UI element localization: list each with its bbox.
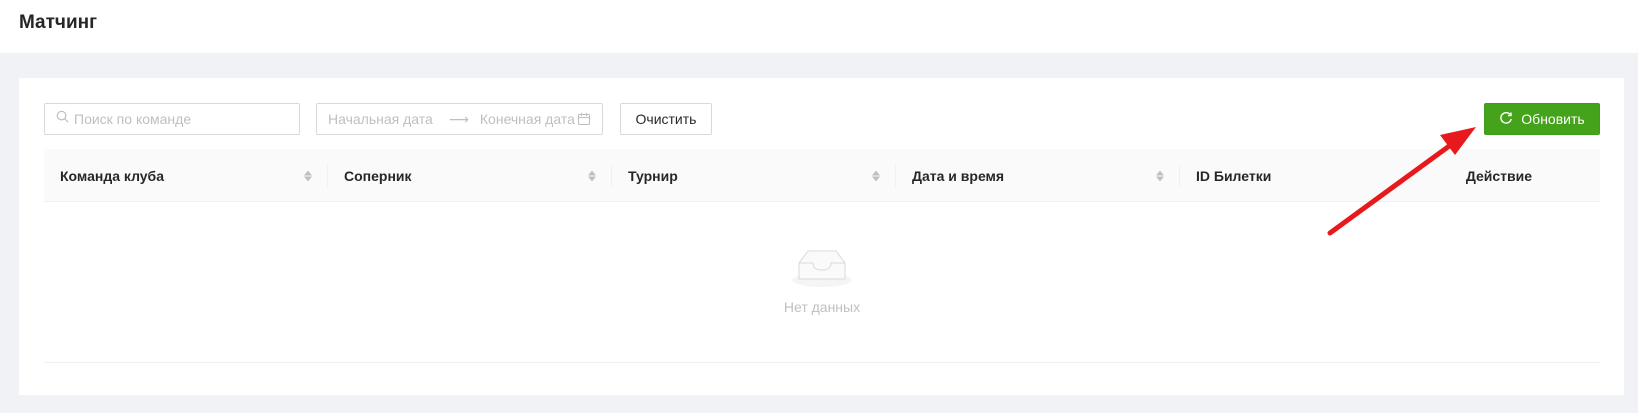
refresh-button[interactable]: Обновить — [1484, 103, 1600, 135]
end-date-input[interactable]: Конечная дата — [480, 111, 575, 127]
search-icon — [56, 110, 69, 128]
refresh-button-label: Обновить — [1521, 111, 1585, 127]
search-field[interactable] — [44, 103, 300, 135]
page-title: Матчинг — [19, 12, 98, 33]
column-header-datetime[interactable]: Дата и время — [896, 149, 1180, 202]
column-header-tournament[interactable]: Турнир — [612, 149, 896, 202]
page-header: Матчинг — [0, 0, 1638, 53]
sort-icon[interactable] — [1156, 170, 1164, 181]
column-header-ticket-id: ID Билетки — [1196, 167, 1272, 184]
table-empty-state: Нет данных — [44, 202, 1600, 363]
empty-text: Нет данных — [783, 299, 861, 315]
calendar-icon — [577, 112, 591, 126]
empty-inbox-icon — [790, 247, 854, 293]
reload-icon — [1499, 111, 1513, 128]
date-range-picker[interactable]: Начальная дата ⟶ Конечная дата — [316, 103, 603, 135]
content-card: Начальная дата ⟶ Конечная дата Очистить … — [19, 78, 1624, 395]
start-date-input[interactable]: Начальная дата — [328, 111, 433, 127]
clear-button[interactable]: Очистить — [620, 103, 712, 135]
search-input[interactable] — [74, 111, 274, 127]
matching-table: Команда клуба Соперник Турнир Дата и вре… — [44, 149, 1600, 363]
column-header-opponent[interactable]: Соперник — [328, 149, 612, 202]
table-header: Команда клуба Соперник Турнир Дата и вре… — [44, 149, 1600, 202]
column-header-action: Действие — [1465, 167, 1532, 184]
column-header-club-team[interactable]: Команда клуба — [44, 149, 328, 202]
sort-icon[interactable] — [304, 170, 312, 181]
range-arrow-icon: ⟶ — [448, 110, 469, 127]
sort-icon[interactable] — [588, 170, 596, 181]
sort-icon[interactable] — [872, 170, 880, 181]
